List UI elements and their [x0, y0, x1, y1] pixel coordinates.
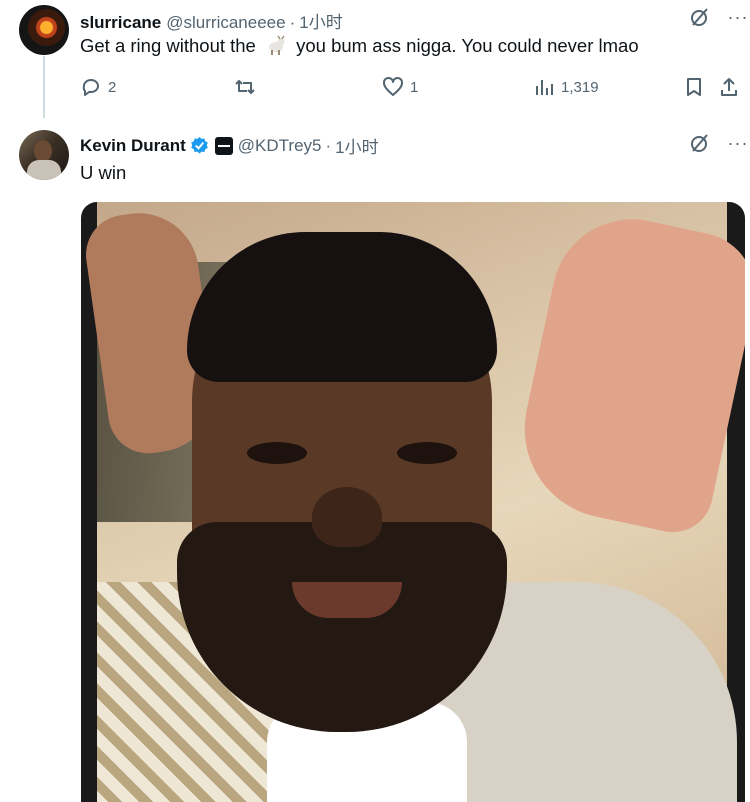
separator-dot: · [289, 13, 296, 32]
tweet-1-action-bar: 2 1 1,319 [80, 76, 740, 100]
avatar-kevin-durant[interactable] [19, 130, 69, 180]
video-hand-right [507, 204, 745, 540]
tweet-1-text: Get a ring without the you bum ass nigga… [80, 35, 639, 57]
more-icon[interactable]: ··· [727, 6, 749, 28]
tweet-2-text: U win [80, 162, 127, 183]
like-count: 1 [410, 78, 419, 96]
views-icon [536, 80, 553, 95]
display-name[interactable]: slurricane [80, 13, 161, 33]
tweet-2-top-actions: ··· [689, 132, 749, 154]
retweet-icon [235, 80, 255, 94]
bookmark-icon [687, 78, 701, 96]
views-button[interactable]: 1,319 [533, 76, 599, 98]
timestamp[interactable]: 1小时 [299, 8, 342, 33]
video-nose [312, 487, 382, 547]
affiliate-badge-icon[interactable] [214, 136, 233, 155]
thread-connector-line [43, 56, 45, 118]
view-count: 1,319 [561, 78, 599, 96]
video-eye-right [397, 442, 457, 464]
video-frame [81, 202, 745, 802]
user-handle[interactable]: @KDTrey5 [238, 136, 322, 156]
reply-icon [82, 79, 99, 96]
display-name[interactable]: Kevin Durant [80, 136, 186, 156]
bookmark-button[interactable] [683, 76, 705, 98]
reply-count: 2 [108, 78, 117, 96]
avatar-body [27, 160, 61, 180]
tweet-text-part: you bum ass nigga. You could never lmao [296, 35, 639, 56]
share-button[interactable] [718, 76, 740, 98]
user-handle[interactable]: @slurricaneeee [166, 13, 285, 33]
tweet-2-video[interactable] [81, 202, 745, 802]
retweet-button[interactable] [234, 76, 256, 98]
video-hair [187, 232, 497, 382]
like-button[interactable]: 1 [382, 76, 418, 98]
avatar-face [34, 140, 52, 162]
timestamp[interactable]: 1小时 [335, 133, 378, 158]
tweet-1-top-actions: ··· [689, 6, 749, 28]
video-eye-left [247, 442, 307, 464]
more-icon[interactable]: ··· [727, 132, 749, 154]
reply-button[interactable]: 2 [80, 76, 116, 98]
verified-badge-icon[interactable] [190, 136, 209, 155]
grok-icon[interactable] [689, 6, 711, 28]
avatar-slurricane[interactable] [19, 5, 69, 55]
like-icon [383, 76, 403, 96]
tweet-2-header: Kevin Durant @KDTrey5 · 1小时 [80, 133, 379, 158]
separator-dot: · [325, 135, 332, 155]
tweet-1-header: slurricane @slurricaneeee · 1小时 [80, 8, 343, 33]
grok-icon[interactable] [689, 132, 711, 154]
share-icon [721, 78, 737, 96]
goat-emoji-icon [265, 35, 287, 55]
tweet-text-part: Get a ring without the [80, 35, 256, 56]
